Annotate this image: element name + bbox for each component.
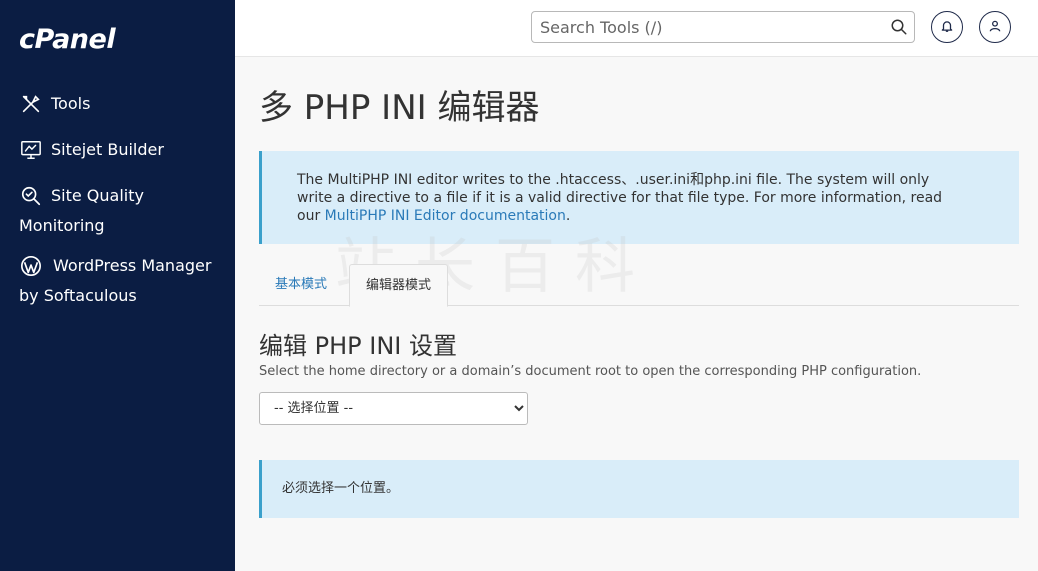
sidebar-item-label-line2: Monitoring bbox=[19, 216, 105, 235]
sidebar-item-site-quality-monitoring[interactable]: Site Quality Monitoring bbox=[19, 181, 225, 241]
sidebar-item-label-line2: by Softaculous bbox=[19, 286, 137, 305]
mode-tabs: 基本模式 编辑器模式 bbox=[259, 264, 1019, 307]
main-content: 多 PHP INI 编辑器 The MultiPHP INI editor wr… bbox=[235, 58, 1038, 571]
sidebar-item-label: Tools bbox=[51, 94, 91, 113]
user-icon bbox=[988, 18, 1002, 37]
documentation-link[interactable]: MultiPHP INI Editor documentation bbox=[325, 208, 566, 224]
search-box bbox=[531, 11, 915, 43]
sidebar-item-label: Sitejet Builder bbox=[51, 140, 164, 159]
location-select[interactable]: -- 选择位置 -- bbox=[259, 392, 528, 425]
top-header bbox=[235, 0, 1038, 57]
wordpress-icon bbox=[19, 254, 43, 278]
notice-text: 必须选择一个位置。 bbox=[282, 481, 400, 496]
notice-alert: 必须选择一个位置。 bbox=[259, 460, 1019, 518]
sidebar-item-tools[interactable]: Tools bbox=[19, 89, 225, 119]
search-icon[interactable] bbox=[890, 18, 908, 36]
search-input[interactable] bbox=[532, 12, 872, 42]
tools-icon bbox=[19, 92, 43, 116]
sidebar: cPanel Tools Sitejet Builder Site Qualit… bbox=[0, 0, 235, 571]
cpanel-logo[interactable]: cPanel bbox=[19, 24, 116, 55]
notifications-button[interactable] bbox=[931, 11, 963, 43]
search-quality-icon bbox=[19, 184, 43, 208]
sidebar-item-sitejet-builder[interactable]: Sitejet Builder bbox=[19, 135, 225, 165]
monitor-icon bbox=[19, 138, 43, 162]
section-title: 编辑 PHP INI 设置 bbox=[259, 332, 457, 360]
sidebar-item-label: Site Quality bbox=[51, 186, 144, 205]
tab-editor-mode[interactable]: 编辑器模式 bbox=[349, 264, 449, 307]
user-button[interactable] bbox=[979, 11, 1011, 43]
info-alert: The MultiPHP INI editor writes to the .h… bbox=[259, 151, 1019, 244]
sidebar-item-wordpress-manager[interactable]: WordPress Manager by Softaculous bbox=[19, 251, 225, 311]
page-title: 多 PHP INI 编辑器 bbox=[259, 88, 540, 128]
tab-basic-mode[interactable]: 基本模式 bbox=[259, 264, 343, 306]
section-description: Select the home directory or a domain’s … bbox=[259, 364, 922, 379]
sidebar-item-label: WordPress Manager bbox=[53, 256, 212, 275]
bell-icon bbox=[940, 18, 954, 37]
info-text-end: . bbox=[565, 208, 571, 224]
